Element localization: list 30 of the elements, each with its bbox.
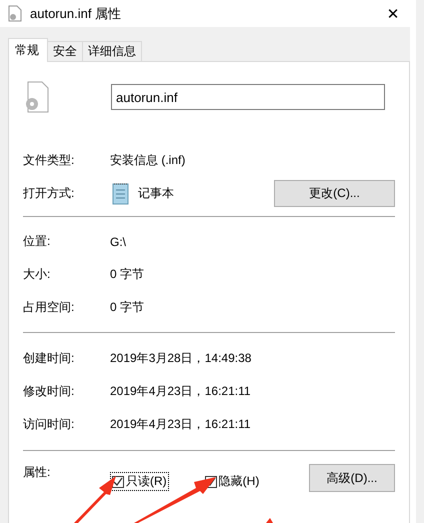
field-value: G:\ [110, 234, 126, 248]
field-value: 0 字节 [110, 266, 144, 283]
file-name-field[interactable]: autorun.inf [111, 84, 385, 110]
field-value: 2019年4月23日，16:21:11 [110, 383, 251, 400]
window-title: autorun.inf 属性 [30, 4, 122, 22]
check-icon [113, 476, 123, 486]
field-value: 记事本 [138, 185, 174, 202]
field-label: 大小: [23, 266, 52, 283]
field-value: 2019年4月23日，16:21:11 [110, 416, 251, 433]
field-label: 打开方式: [23, 185, 76, 202]
field-label: 创建时间: [23, 350, 76, 367]
arrow-annotation [74, 476, 116, 523]
field-label: 文件类型: [23, 152, 76, 169]
arrow-annotation [266, 518, 273, 523]
file-icon [8, 5, 22, 22]
advanced-button[interactable]: 高级(D)... [309, 464, 395, 492]
field-value: 0 字节 [110, 299, 144, 316]
tab[interactable]: 详细信息 [82, 41, 142, 61]
field-label: 属性: [23, 464, 52, 481]
field-value: 2019年3月28日，14:49:38 [110, 350, 252, 367]
field-value: 安装信息 (.inf) [110, 152, 186, 169]
gear-file-icon [23, 81, 49, 113]
field-label: 占用空间: [23, 299, 76, 316]
notepad-icon [110, 182, 130, 206]
tab[interactable]: 常规 [8, 38, 48, 62]
field-label: 访问时间: [23, 416, 76, 433]
field-label: 位置: [23, 233, 52, 250]
field-label: 修改时间: [23, 383, 76, 400]
close-button[interactable]: ✕ [370, 0, 416, 27]
change-button[interactable]: 更改(C)... [274, 180, 395, 207]
